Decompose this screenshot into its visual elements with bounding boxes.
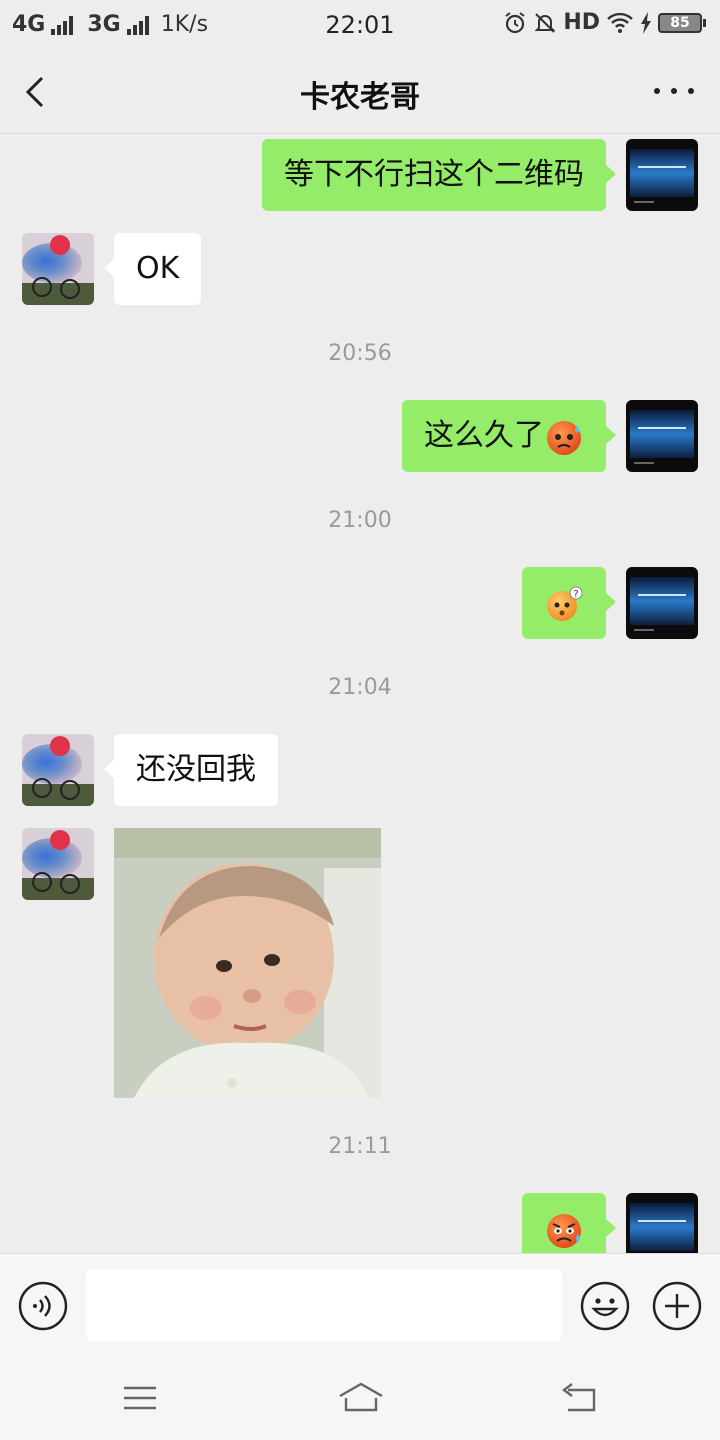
friend-avatar[interactable] (22, 233, 94, 305)
message-row: 等下不行扫这个二维码 (0, 139, 720, 211)
battery-level: 85 (658, 12, 702, 33)
message-text: OK (136, 251, 180, 286)
message-row (0, 1193, 720, 1253)
timestamp: 20:56 (328, 341, 392, 366)
friend-message-bubble[interactable]: 还没回我 (104, 734, 278, 806)
message-text: 这么久了 (424, 418, 544, 453)
friend-message-bubble[interactable]: OK (103, 233, 202, 305)
back-nav-icon[interactable] (560, 1380, 600, 1416)
baby-photo-sticker[interactable] (114, 828, 381, 1098)
friend-avatar[interactable] (22, 828, 94, 900)
my-message-bubble[interactable] (522, 1193, 616, 1253)
my-avatar[interactable] (626, 1193, 698, 1253)
my-message-bubble[interactable]: 这么久了 (402, 400, 616, 472)
system-nav-bar (0, 1356, 720, 1440)
home-icon[interactable] (336, 1380, 386, 1416)
more-options-icon[interactable] (654, 76, 694, 106)
svg-text:?: ? (573, 589, 578, 600)
my-avatar[interactable] (626, 139, 698, 211)
menu-icon[interactable] (120, 1380, 160, 1416)
battery-icon: 85 (658, 12, 706, 33)
system-icons: HD 85 (503, 10, 706, 35)
message-row: ? (0, 567, 720, 639)
friend-avatar[interactable] (22, 734, 94, 806)
timestamp: 21:11 (328, 1134, 392, 1159)
message-input[interactable] (86, 1269, 562, 1341)
my-avatar[interactable] (626, 567, 698, 639)
alarm-icon (505, 11, 525, 33)
my-avatar[interactable] (626, 400, 698, 472)
message-row: 这么久了 (0, 400, 720, 472)
angry-sweat-emoji-icon (547, 1213, 581, 1248)
timestamp: 21:00 (328, 508, 392, 533)
message-text: 等下不行扫这个二维码 (284, 157, 584, 192)
wifi-icon (607, 12, 633, 33)
confused-question-emoji-icon: ? (547, 586, 583, 621)
plus-icon[interactable] (652, 1281, 702, 1331)
hd-label: HD (563, 10, 600, 35)
chat-header: 卡农老哥 (0, 50, 720, 134)
message-row (0, 828, 720, 1098)
chat-title: 卡农老哥 (300, 80, 420, 115)
timestamp: 21:04 (328, 675, 392, 700)
my-message-bubble[interactable]: ? (522, 567, 616, 639)
charging-icon (641, 11, 651, 34)
input-bar (0, 1253, 720, 1356)
message-text: 还没回我 (136, 752, 256, 787)
emoji-icon[interactable] (580, 1281, 630, 1331)
message-list[interactable]: 等下不行扫这个二维码 OK 20:56 这么久了 21:00 ? 21:04 还… (0, 135, 720, 1253)
message-row: 还没回我 (0, 734, 720, 806)
voice-input-icon[interactable] (18, 1281, 68, 1331)
my-message-bubble[interactable]: 等下不行扫这个二维码 (262, 139, 616, 211)
mute-bell-icon (534, 12, 556, 33)
message-row: OK (0, 233, 720, 305)
status-bar: 4G 3G 1K/s 22:01 HD 85 (0, 0, 720, 50)
sweat-angry-emoji-icon (547, 420, 581, 455)
